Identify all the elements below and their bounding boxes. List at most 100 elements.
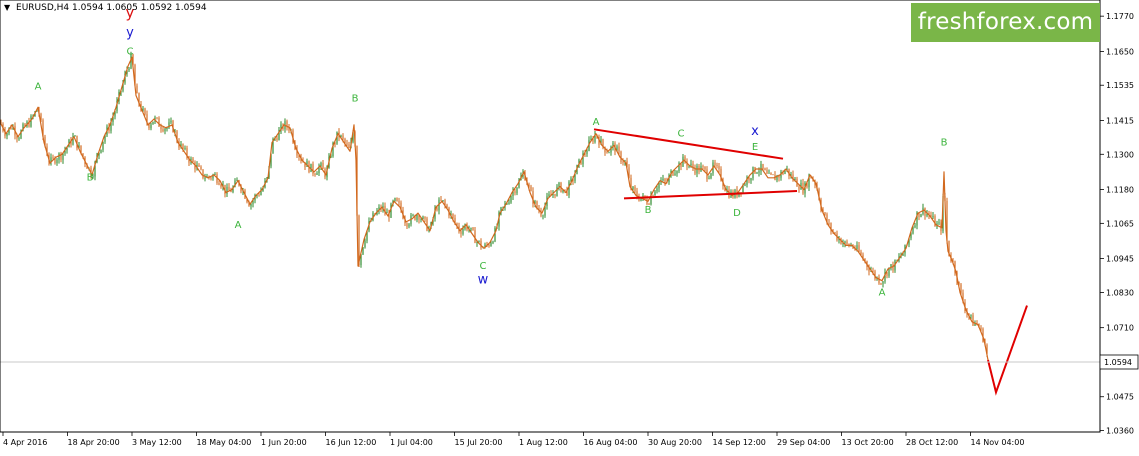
candle-body [152, 121, 154, 125]
candle-body [422, 216, 424, 219]
wave-label-b: B [87, 173, 94, 184]
candle-body [346, 143, 348, 145]
candle-body [220, 184, 222, 187]
candle-body [758, 171, 760, 173]
candle-body [824, 212, 826, 215]
x-tick-label: 16 Aug 04:00 [584, 438, 638, 447]
candle-body [56, 159, 58, 164]
candle-body [828, 223, 830, 224]
candle-body [426, 218, 428, 231]
candle-body [586, 150, 588, 154]
y-tick-label: 1.0475 [1106, 393, 1134, 402]
candle-body [160, 126, 162, 130]
candle-body [762, 163, 764, 169]
candle-body [756, 172, 758, 174]
candle-body [198, 164, 200, 167]
candle-body [202, 169, 204, 178]
candle-body [100, 149, 102, 153]
candle-body [18, 138, 20, 140]
wave-label-b: B [941, 137, 948, 148]
x-tick-label: 1 Jun 20:00 [261, 438, 307, 447]
wave-label-y: y [126, 26, 134, 41]
candle-body [514, 190, 516, 194]
candle-body [364, 240, 366, 248]
candle-body [980, 327, 982, 329]
candle-body [164, 128, 166, 132]
candle-body [478, 240, 480, 242]
candle-body [912, 227, 914, 234]
candle-body [608, 152, 610, 154]
candle-body [150, 124, 152, 129]
candle-body [834, 232, 836, 234]
candle-body [872, 270, 874, 272]
candle-body [74, 135, 76, 137]
candle-body [144, 108, 146, 115]
candle-body [436, 208, 438, 211]
candle-body [654, 191, 656, 196]
y-tick-label: 1.0360 [1106, 427, 1134, 436]
candle-body [342, 135, 344, 139]
candle-body [914, 225, 916, 228]
candle-body [564, 189, 566, 191]
y-tick-label: 1.1650 [1106, 47, 1134, 56]
candle-body [472, 227, 474, 231]
candle-body [932, 215, 934, 218]
candle-body [770, 172, 772, 175]
candle-body [52, 157, 54, 159]
x-tick-label: 28 Oct 12:00 [906, 438, 958, 447]
candle-body [768, 172, 770, 174]
candle-body [530, 186, 532, 192]
candle-body [716, 164, 718, 167]
candle-body [556, 186, 558, 196]
candle-body [798, 186, 800, 190]
candle-body [102, 141, 104, 150]
candle-body [462, 228, 464, 234]
wave-label-c: C [127, 46, 134, 57]
candle-body [760, 163, 762, 172]
candle-body [558, 182, 560, 187]
dropdown-triangle-icon[interactable]: ▼ [4, 3, 10, 12]
candle-body [542, 215, 544, 217]
x-tick-label: 14 Sep 12:00 [713, 438, 766, 447]
candle-body [492, 241, 494, 243]
wave-label-c: C [480, 261, 487, 272]
chart-panel[interactable]: yyCABABCwABCxEDAB 1.1770 1.1650 1.1535 1.14… [0, 0, 1139, 452]
candle-body [136, 85, 138, 94]
y-tick-label: 1.1535 [1106, 81, 1134, 90]
candle-body [938, 222, 940, 224]
wave-label-b: B [352, 93, 359, 104]
candle-body [858, 245, 860, 252]
candle-body [488, 244, 490, 247]
x-tick-label: 13 Oct 20:00 [842, 438, 894, 447]
candle-body [744, 184, 746, 186]
candle-body [218, 182, 220, 185]
candle-body [674, 173, 676, 176]
candle-body [452, 213, 454, 218]
candle-body [618, 146, 620, 152]
candle-body [470, 227, 472, 230]
candle-body [970, 315, 972, 317]
candle-body [606, 152, 608, 154]
y-tick-label: 1.1770 [1106, 12, 1134, 21]
candle-body [662, 178, 664, 181]
wave-label-d: D [733, 208, 741, 219]
candle-body [508, 202, 510, 204]
x-tick-label: 30 Aug 20:00 [648, 438, 702, 447]
candle-body [416, 215, 418, 220]
candle-body [314, 173, 316, 175]
candle-body [710, 173, 712, 179]
candle-body [548, 194, 550, 197]
y-tick-label: 1.1180 [1106, 186, 1134, 195]
wave-label-c: C [678, 129, 685, 140]
candle-body [622, 161, 624, 163]
candle-body [882, 281, 884, 284]
candle-body [554, 193, 556, 196]
y-tick-label: 1.0830 [1106, 288, 1134, 297]
symbol-header[interactable]: ▼ EURUSD,H4 1.0594 1.0605 1.0592 1.0594 [4, 3, 207, 13]
logo-text: freshforex.com [917, 9, 1094, 35]
candle-body [226, 186, 228, 194]
price-chart[interactable]: yyCABABCwABC xEDAB 1.17701.16501.15351.14… [0, 0, 1139, 452]
candle-body [128, 68, 130, 71]
x-tick-label: 29 Sep 04:00 [777, 438, 830, 447]
candle-body [714, 162, 716, 165]
